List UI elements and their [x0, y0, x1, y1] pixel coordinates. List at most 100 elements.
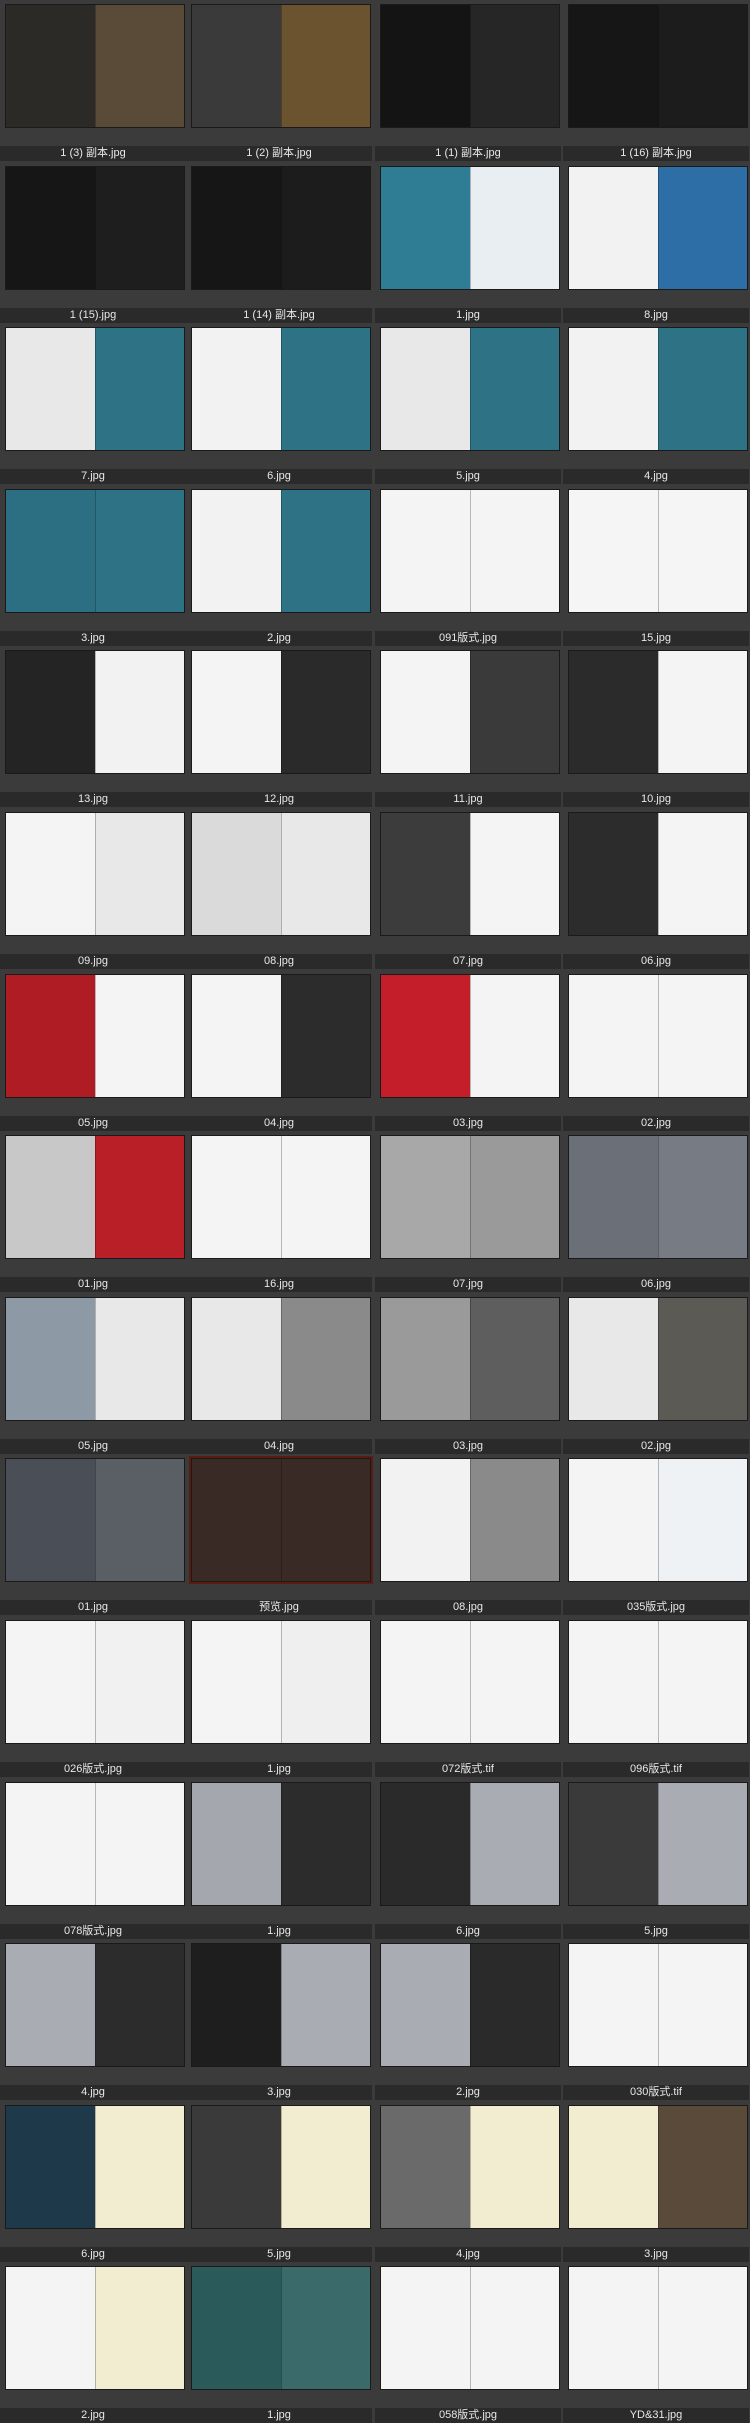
file-name-label[interactable]: 2.jpg — [186, 631, 372, 646]
file-thumbnail[interactable] — [5, 1620, 185, 1744]
file-thumbnail[interactable] — [568, 4, 748, 128]
file-name-label[interactable]: 1 (16) 副本.jpg — [563, 146, 749, 161]
file-name-label[interactable]: 01.jpg — [0, 1277, 186, 1292]
file-thumbnail[interactable] — [5, 166, 185, 290]
file-tile[interactable]: 1 (1) 副本.jpg — [375, 0, 561, 161]
file-tile[interactable]: 03.jpg — [375, 1293, 561, 1454]
file-name-label[interactable]: 1.jpg — [186, 2408, 372, 2423]
file-name-label[interactable]: 3.jpg — [0, 631, 186, 646]
file-thumbnail[interactable] — [380, 974, 560, 1098]
file-name-label[interactable]: 5.jpg — [186, 2247, 372, 2262]
file-tile[interactable]: 096版式.tif — [563, 1616, 749, 1777]
file-thumbnail[interactable] — [191, 1620, 371, 1744]
file-name-label[interactable]: 1 (1) 副本.jpg — [375, 146, 561, 161]
file-tile[interactable]: 5.jpg — [186, 2101, 372, 2262]
file-name-label[interactable]: 6.jpg — [375, 1924, 561, 1939]
file-name-label[interactable]: 2.jpg — [0, 2408, 186, 2423]
file-tile[interactable]: 6.jpg — [375, 1778, 561, 1939]
file-thumbnail[interactable] — [568, 1620, 748, 1744]
file-thumbnail[interactable] — [5, 1297, 185, 1421]
file-thumbnail[interactable] — [568, 2105, 748, 2229]
file-tile[interactable]: 4.jpg — [375, 2101, 561, 2262]
file-name-label[interactable]: 3.jpg — [563, 2247, 749, 2262]
file-tile[interactable]: 2.jpg — [186, 485, 372, 646]
file-thumbnail[interactable] — [568, 812, 748, 936]
file-name-label[interactable]: 预览.jpg — [186, 1600, 372, 1615]
file-tile[interactable]: 03.jpg — [375, 970, 561, 1131]
file-tile[interactable]: 10.jpg — [563, 646, 749, 807]
file-name-label[interactable]: 1.jpg — [186, 1924, 372, 1939]
file-thumbnail[interactable] — [568, 327, 748, 451]
file-name-label[interactable]: 10.jpg — [563, 792, 749, 807]
file-thumbnail[interactable] — [191, 489, 371, 613]
file-tile[interactable]: 3.jpg — [563, 2101, 749, 2262]
file-thumbnail[interactable] — [5, 489, 185, 613]
file-name-label[interactable]: 058版式.jpg — [375, 2408, 561, 2423]
file-thumbnail[interactable] — [568, 1943, 748, 2067]
file-name-label[interactable]: 5.jpg — [563, 1924, 749, 1939]
file-name-label[interactable]: 035版式.jpg — [563, 1600, 749, 1615]
file-name-label[interactable]: 09.jpg — [0, 954, 186, 969]
file-name-label[interactable]: 7.jpg — [0, 469, 186, 484]
file-thumbnail[interactable] — [380, 1297, 560, 1421]
file-thumbnail[interactable] — [191, 2105, 371, 2229]
file-name-label[interactable]: 1 (3) 副本.jpg — [0, 146, 186, 161]
file-tile[interactable]: 072版式.tif — [375, 1616, 561, 1777]
file-tile[interactable]: 16.jpg — [186, 1131, 372, 1292]
file-name-label[interactable]: 4.jpg — [0, 2085, 186, 2100]
file-thumbnail[interactable] — [191, 1297, 371, 1421]
file-name-label[interactable]: 2.jpg — [375, 2085, 561, 2100]
file-thumbnail[interactable] — [5, 1782, 185, 1906]
file-name-label[interactable]: 01.jpg — [0, 1600, 186, 1615]
file-thumbnail[interactable] — [380, 1943, 560, 2067]
file-name-label[interactable]: 04.jpg — [186, 1116, 372, 1131]
file-name-label[interactable]: 02.jpg — [563, 1439, 749, 1454]
file-name-label[interactable]: YD&31.jpg — [563, 2408, 749, 2423]
file-thumbnail[interactable] — [191, 1943, 371, 2067]
file-tile[interactable]: 04.jpg — [186, 1293, 372, 1454]
file-name-label[interactable]: 16.jpg — [186, 1277, 372, 1292]
file-tile[interactable]: 06.jpg — [563, 1131, 749, 1292]
file-name-label[interactable]: 4.jpg — [563, 469, 749, 484]
file-tile[interactable]: 08.jpg — [186, 808, 372, 969]
file-thumbnail[interactable] — [5, 327, 185, 451]
file-thumbnail[interactable] — [5, 4, 185, 128]
file-name-label[interactable]: 13.jpg — [0, 792, 186, 807]
file-tile[interactable]: 1 (2) 副本.jpg — [186, 0, 372, 161]
file-name-label[interactable]: 1.jpg — [186, 1762, 372, 1777]
file-thumbnail[interactable] — [380, 812, 560, 936]
file-thumbnail[interactable] — [380, 489, 560, 613]
file-name-label[interactable]: 15.jpg — [563, 631, 749, 646]
file-thumbnail[interactable] — [5, 2105, 185, 2229]
file-tile[interactable]: 6.jpg — [0, 2101, 186, 2262]
file-thumbnail[interactable] — [380, 166, 560, 290]
file-tile[interactable]: 7.jpg — [0, 323, 186, 484]
file-tile[interactable]: 07.jpg — [375, 808, 561, 969]
file-tile[interactable]: 05.jpg — [0, 1293, 186, 1454]
file-name-label[interactable]: 03.jpg — [375, 1439, 561, 1454]
file-tile[interactable]: 05.jpg — [0, 970, 186, 1131]
file-tile[interactable]: 1 (3) 副本.jpg — [0, 0, 186, 161]
file-thumbnail[interactable] — [380, 327, 560, 451]
file-name-label[interactable]: 07.jpg — [375, 954, 561, 969]
file-name-label[interactable]: 096版式.tif — [563, 1762, 749, 1777]
file-tile[interactable]: 01.jpg — [0, 1454, 186, 1615]
file-name-label[interactable]: 1 (15).jpg — [0, 308, 186, 323]
file-tile[interactable]: 15.jpg — [563, 485, 749, 646]
file-thumbnail[interactable] — [568, 650, 748, 774]
file-name-label[interactable]: 03.jpg — [375, 1116, 561, 1131]
file-name-label[interactable]: 6.jpg — [186, 469, 372, 484]
file-tile[interactable]: 3.jpg — [186, 1939, 372, 2100]
file-tile[interactable]: 06.jpg — [563, 808, 749, 969]
file-thumbnail[interactable] — [191, 1135, 371, 1259]
file-tile[interactable]: 1 (16) 副本.jpg — [563, 0, 749, 161]
file-tile[interactable]: 02.jpg — [563, 1293, 749, 1454]
file-name-label[interactable]: 07.jpg — [375, 1277, 561, 1292]
file-thumbnail[interactable] — [191, 4, 371, 128]
file-name-label[interactable]: 05.jpg — [0, 1116, 186, 1131]
file-thumbnail[interactable] — [191, 650, 371, 774]
file-thumbnail[interactable] — [5, 1943, 185, 2067]
file-tile[interactable]: 091版式.jpg — [375, 485, 561, 646]
file-tile[interactable]: 1 (15).jpg — [0, 162, 186, 323]
file-tile[interactable]: 4.jpg — [563, 323, 749, 484]
